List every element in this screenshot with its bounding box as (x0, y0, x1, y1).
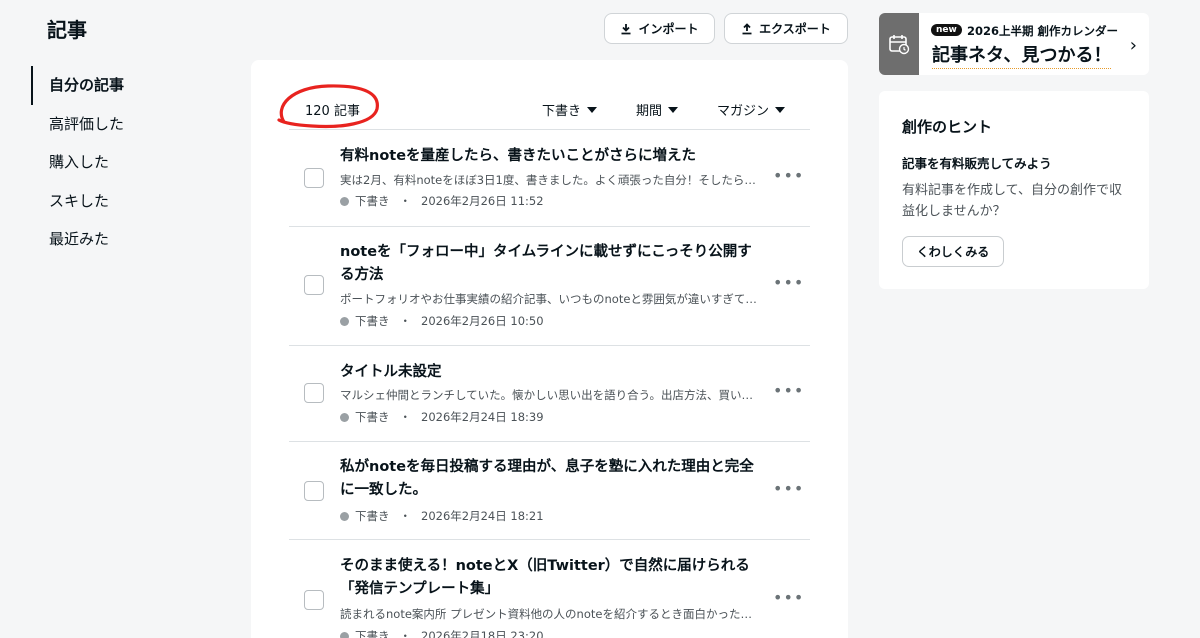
nav-item-my-articles[interactable]: 自分の記事 (31, 66, 231, 105)
article-date: 2026年2月26日 10:50 (421, 314, 544, 328)
article-meta: 下書き ・ 2026年2月26日 10:50 (340, 313, 544, 329)
article-title[interactable]: タイトル未設定 (340, 361, 760, 384)
nav-item-suki[interactable]: スキした (31, 182, 231, 221)
meta-separator: ・ (399, 410, 412, 424)
caret-down-icon (587, 106, 598, 113)
article-date: 2026年2月24日 18:21 (421, 509, 544, 523)
article-row: タイトル未設定 マルシェ仲間とランチしていた。懐かしい思い出を語り合う。出店方法… (289, 345, 810, 441)
article-excerpt: マルシェ仲間とランチしていた。懐かしい思い出を語り合う。出店方法、買い… (340, 388, 753, 402)
status-dot-icon (340, 316, 349, 326)
article-excerpt: 実は2月、有料noteをほぼ3日1度、書きました。よく頑張った自分！そしたら… (340, 173, 756, 187)
creation-calendar-banner[interactable]: new 2026上半期 創作カレンダー 記事ネタ、見つかる！ › (879, 13, 1149, 75)
banner-title: 記事ネタ、見つかる！ (932, 41, 1112, 69)
filter-magazine-label: マガジン (717, 104, 770, 119)
meta-separator: ・ (399, 509, 412, 523)
article-status: 下書き (355, 314, 390, 328)
status-dot-icon (340, 511, 349, 521)
article-meta: 下書き ・ 2026年2月18日 23:20 (340, 628, 544, 638)
more-options-icon[interactable]: ••• (773, 381, 804, 400)
upload-icon (742, 22, 752, 34)
article-count: 120 記事 (305, 104, 360, 119)
import-button[interactable]: インポート (604, 13, 715, 44)
banner-subtitle: 2026上半期 創作カレンダー (967, 24, 1119, 38)
new-badge: new (931, 24, 962, 36)
article-status: 下書き (355, 194, 390, 208)
chevron-right-icon: › (1129, 35, 1137, 56)
article-status: 下書き (355, 410, 390, 424)
meta-separator: ・ (399, 629, 412, 638)
filter-magazine[interactable]: マガジン (717, 100, 786, 119)
creation-hint-card: 創作のヒント 記事を有料販売してみよう 有料記事を作成して、自分の創作で収益化し… (879, 91, 1149, 289)
article-meta: 下書き ・ 2026年2月24日 18:21 (340, 508, 544, 524)
article-date: 2026年2月18日 23:20 (421, 629, 544, 638)
article-checkbox[interactable] (304, 275, 324, 295)
filter-period[interactable]: 期間 (636, 100, 679, 119)
status-dot-icon (340, 196, 349, 206)
article-excerpt: 読まれるnote案内所 プレゼント資料他の人のnoteを紹介するとき面白かった… (340, 607, 752, 621)
filter-draft[interactable]: 下書き (542, 100, 598, 119)
export-button-label: エクスポート (759, 22, 831, 36)
article-title[interactable]: noteを「フォロー中」タイムラインに載せずにこっそり公開する方法 (340, 241, 760, 287)
meta-separator: ・ (399, 194, 412, 208)
article-row: noteを「フォロー中」タイムラインに載せずにこっそり公開する方法 ポートフォリ… (289, 226, 810, 345)
article-title[interactable]: 有料noteを量産したら、書きたいことがさらに増えた (340, 145, 760, 168)
more-options-icon[interactable]: ••• (773, 166, 804, 185)
article-meta: 下書き ・ 2026年2月26日 11:52 (340, 193, 544, 209)
article-date: 2026年2月24日 18:39 (421, 410, 544, 424)
nav-item-recently-viewed[interactable]: 最近みた (31, 220, 231, 259)
hint-subtitle: 記事を有料販売してみよう (902, 156, 1052, 171)
more-options-icon[interactable]: ••• (773, 588, 804, 607)
article-list-panel: 120 記事 下書き 期間 マガジン 有料noteを量産したら、書きたいことがさ… (251, 60, 848, 638)
article-meta: 下書き ・ 2026年2月24日 18:39 (340, 409, 544, 425)
article-title[interactable]: そのまま使える！noteとX（旧Twitter）で自然に届けられる「発信テンプレ… (340, 555, 760, 601)
article-nav: 自分の記事 高評価した 購入した スキした 最近みた (31, 66, 231, 259)
article-checkbox[interactable] (304, 590, 324, 610)
article-status: 下書き (355, 509, 390, 523)
meta-separator: ・ (399, 314, 412, 328)
filter-draft-label: 下書き (542, 104, 582, 119)
status-dot-icon (340, 631, 349, 638)
article-checkbox[interactable] (304, 168, 324, 188)
caret-down-icon (668, 106, 679, 113)
article-excerpt: ポートフォリオやお仕事実績の紹介記事、いつものnoteと雰囲気が違いすぎて… (340, 292, 757, 306)
article-status: 下書き (355, 629, 390, 638)
hint-body: 有料記事を作成して、自分の創作で収益化しませんか？ (902, 183, 1122, 219)
download-icon (621, 23, 631, 34)
article-row: 有料noteを量産したら、書きたいことがさらに増えた 実は2月、有料noteをほ… (289, 130, 810, 226)
import-button-label: インポート (638, 22, 699, 36)
filter-period-label: 期間 (636, 104, 663, 119)
more-options-icon[interactable]: ••• (773, 479, 804, 498)
page-title: 記事 (47, 18, 87, 42)
article-date: 2026年2月26日 11:52 (421, 194, 544, 208)
export-button[interactable]: エクスポート (724, 13, 848, 44)
nav-item-purchased[interactable]: 購入した (31, 143, 231, 182)
hint-title: 創作のヒント (902, 118, 993, 136)
article-checkbox[interactable] (304, 481, 324, 501)
learn-more-button[interactable]: くわしくみる (902, 236, 1004, 267)
status-dot-icon (340, 412, 349, 422)
nav-item-liked[interactable]: 高評価した (31, 105, 231, 144)
article-title[interactable]: 私がnoteを毎日投稿する理由が、息子を塾に入れた理由と完全に一致した。 (340, 456, 760, 502)
caret-down-icon (775, 106, 786, 113)
article-row: そのまま使える！noteとX（旧Twitter）で自然に届けられる「発信テンプレ… (289, 539, 810, 638)
calendar-icon (879, 13, 919, 75)
more-options-icon[interactable]: ••• (773, 273, 804, 292)
article-row: 私がnoteを毎日投稿する理由が、息子を塾に入れた理由と完全に一致した。 下書き… (289, 441, 810, 539)
article-checkbox[interactable] (304, 383, 324, 403)
